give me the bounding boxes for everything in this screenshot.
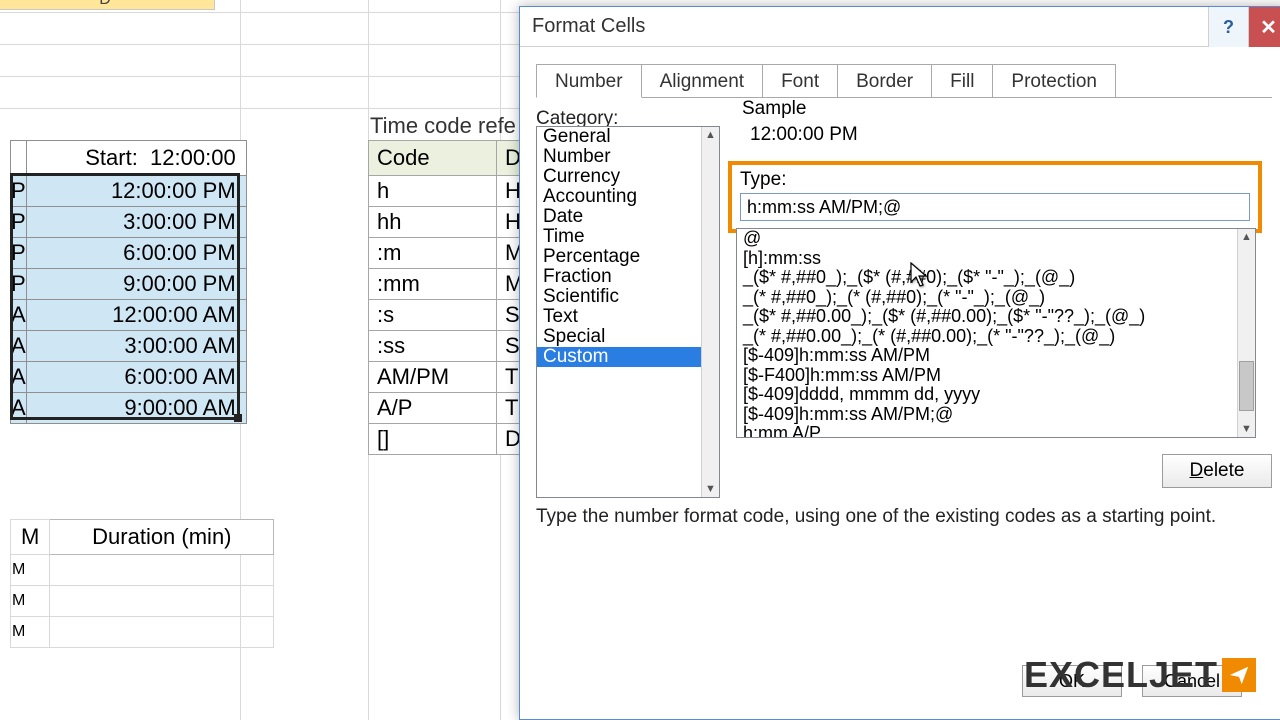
category-item[interactable]: Percentage bbox=[537, 247, 719, 267]
ampm-fragment: P bbox=[11, 176, 27, 207]
format-code-item[interactable]: _($* #,##0_);_($* (#,##0);_($* "-"_);_(@… bbox=[737, 268, 1255, 288]
tab-border[interactable]: Border bbox=[837, 64, 932, 98]
cell[interactable] bbox=[50, 555, 274, 586]
code-cell[interactable]: h bbox=[369, 176, 497, 207]
format-code-item[interactable]: [$-F400]h:mm:ss AM/PM bbox=[737, 366, 1255, 386]
scrollbar-thumb[interactable] bbox=[1239, 361, 1254, 411]
paper-plane-icon bbox=[1222, 658, 1256, 692]
hint-text: Type the number format code, using one o… bbox=[536, 506, 1216, 528]
time-cell[interactable]: 3:00:00 PM bbox=[26, 207, 246, 238]
type-label: Type: bbox=[740, 169, 1250, 191]
close-button[interactable]: ✕ bbox=[1248, 7, 1280, 47]
dialog-titlebar[interactable]: Format Cells ? ✕ bbox=[520, 7, 1280, 47]
cell[interactable] bbox=[50, 617, 274, 648]
category-item[interactable]: Currency bbox=[537, 167, 719, 187]
code-cell[interactable]: AM/PM bbox=[369, 362, 497, 393]
sample-value: 12:00:00 PM bbox=[742, 120, 1258, 152]
scrollbar[interactable] bbox=[1237, 229, 1255, 437]
category-item[interactable]: Date bbox=[537, 207, 719, 227]
format-code-item[interactable]: h:mm A/P bbox=[737, 424, 1255, 438]
code-col-header[interactable]: Code bbox=[369, 141, 497, 176]
ampm-fragment: A bbox=[11, 393, 27, 424]
code-cell[interactable]: [] bbox=[369, 424, 497, 455]
category-item[interactable]: Number bbox=[537, 147, 719, 167]
tab-strip: NumberAlignmentFontBorderFillProtection bbox=[536, 63, 1280, 97]
delete-button[interactable]: Delete bbox=[1162, 454, 1272, 488]
code-cell[interactable]: :ss bbox=[369, 331, 497, 362]
code-cell[interactable]: :mm bbox=[369, 269, 497, 300]
column-header-d[interactable]: D bbox=[0, 0, 215, 10]
code-cell[interactable]: hh bbox=[369, 207, 497, 238]
duration-table: MDuration (min) M M M bbox=[10, 519, 274, 648]
ampm-fragment: P bbox=[11, 238, 27, 269]
help-button[interactable]: ? bbox=[1208, 7, 1248, 47]
tab-font[interactable]: Font bbox=[762, 64, 838, 98]
format-code-item[interactable]: [$-409]h:mm:ss AM/PM bbox=[737, 346, 1255, 366]
category-item[interactable]: Special bbox=[537, 327, 719, 347]
format-code-item[interactable]: [$-409]dddd, mmmm dd, yyyy bbox=[737, 385, 1255, 405]
format-cells-dialog: Format Cells ? ✕ NumberAlignmentFontBord… bbox=[519, 6, 1280, 720]
format-code-item[interactable]: [$-409]h:mm:ss AM/PM;@ bbox=[737, 405, 1255, 425]
ampm-fragment: A bbox=[11, 362, 27, 393]
code-cell[interactable]: A/P bbox=[369, 393, 497, 424]
type-field-highlight: Type: bbox=[728, 161, 1262, 233]
time-cell[interactable]: 12:00:00 AM bbox=[26, 300, 246, 331]
time-cell[interactable]: 12:00:00 PM bbox=[26, 176, 246, 207]
type-input[interactable] bbox=[740, 193, 1250, 221]
category-item[interactable]: Fraction bbox=[537, 267, 719, 287]
ampm-fragment: P bbox=[11, 207, 27, 238]
format-code-item[interactable]: _(* #,##0.00_);_(* (#,##0.00);_(* "-"??_… bbox=[737, 327, 1255, 347]
code-reference-table: Code D hHhhH:mM:mmM:sS:ssSAM/PMTA/PT[]D bbox=[368, 140, 532, 455]
category-item[interactable]: General bbox=[537, 127, 719, 147]
duration-header[interactable]: Duration (min) bbox=[50, 520, 274, 555]
sample-label: Sample bbox=[742, 98, 806, 120]
format-code-item[interactable]: [h]:mm:ss bbox=[737, 249, 1255, 269]
start-header[interactable]: Start: 12:00:00 bbox=[26, 141, 246, 176]
ampm-fragment: A bbox=[11, 331, 27, 362]
section-title: Time code refe bbox=[370, 113, 516, 139]
cell[interactable] bbox=[50, 586, 274, 617]
code-cell[interactable]: :m bbox=[369, 238, 497, 269]
time-cell[interactable]: 3:00:00 AM bbox=[26, 331, 246, 362]
tab-fill[interactable]: Fill bbox=[931, 64, 993, 98]
time-cell[interactable]: 9:00:00 PM bbox=[26, 269, 246, 300]
tab-protection[interactable]: Protection bbox=[992, 64, 1116, 98]
format-code-item[interactable]: _($* #,##0.00_);_($* (#,##0.00);_($* "-"… bbox=[737, 307, 1255, 327]
format-code-listbox[interactable]: @[h]:mm:ss_($* #,##0_);_($* (#,##0);_($*… bbox=[736, 228, 1256, 438]
category-listbox[interactable]: GeneralNumberCurrencyAccountingDateTimeP… bbox=[536, 126, 720, 498]
format-code-item[interactable]: @ bbox=[737, 229, 1255, 249]
category-item[interactable]: Time bbox=[537, 227, 719, 247]
category-item[interactable]: Accounting bbox=[537, 187, 719, 207]
time-cell[interactable]: 9:00:00 AM bbox=[26, 393, 246, 424]
format-code-item[interactable]: _(* #,##0_);_(* (#,##0);_(* "-"_);_(@_) bbox=[737, 288, 1255, 308]
col-c-fragment bbox=[11, 141, 27, 176]
start-time-table: Start: 12:00:00 P12:00:00 PMP3:00:00 PMP… bbox=[10, 140, 247, 424]
category-item[interactable]: Scientific bbox=[537, 287, 719, 307]
col-c-fragment: M bbox=[11, 520, 50, 555]
tab-number[interactable]: Number bbox=[536, 64, 642, 98]
time-cell[interactable]: 6:00:00 AM bbox=[26, 362, 246, 393]
time-cell[interactable]: 6:00:00 PM bbox=[26, 238, 246, 269]
ampm-fragment: A bbox=[11, 300, 27, 331]
dialog-title: Format Cells bbox=[532, 15, 645, 38]
category-item[interactable]: Text bbox=[537, 307, 719, 327]
scrollbar[interactable] bbox=[701, 127, 719, 497]
exceljet-watermark: EXCELJET bbox=[1024, 654, 1256, 696]
ampm-fragment: P bbox=[11, 269, 27, 300]
number-tab-panel: Category: GeneralNumberCurrencyAccountin… bbox=[536, 97, 1272, 717]
code-cell[interactable]: :s bbox=[369, 300, 497, 331]
category-item[interactable]: Custom bbox=[537, 347, 719, 367]
tab-alignment[interactable]: Alignment bbox=[641, 64, 764, 98]
